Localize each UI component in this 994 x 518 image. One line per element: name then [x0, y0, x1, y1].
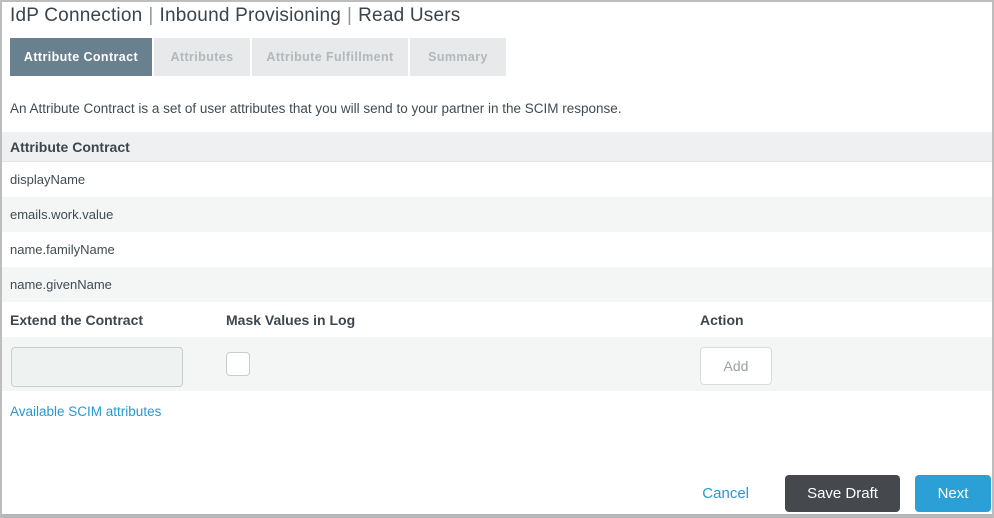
attribute-contract-header: Attribute Contract: [2, 132, 992, 162]
extend-contract-input[interactable]: [11, 347, 183, 387]
tab-summary[interactable]: Summary: [410, 38, 506, 76]
breadcrumb-separator: |: [347, 5, 353, 26]
tab-attributes[interactable]: Attributes: [154, 38, 250, 76]
breadcrumb-read-users: Read Users: [358, 5, 461, 26]
extend-contract-row: Add: [2, 337, 992, 391]
save-draft-button[interactable]: Save Draft: [785, 475, 900, 512]
column-header-mask-values-in-log: Mask Values in Log: [226, 311, 356, 328]
idp-connection-page: IdP Connection | Inbound Provisioning | Read…: [0, 0, 994, 518]
footer-actions: Cancel Save Draft Next: [702, 475, 991, 512]
column-header-action: Action: [700, 311, 744, 328]
extend-column-headers: Extend the Contract Mask Values in Log A…: [2, 302, 992, 337]
page-description: An Attribute Contract is a set of user a…: [10, 101, 622, 116]
tab-attribute-fulfillment[interactable]: Attribute Fulfillment: [252, 38, 408, 76]
breadcrumb-idp-connection: IdP Connection: [10, 5, 143, 26]
available-scim-attributes-link[interactable]: Available SCIM attributes: [10, 404, 161, 419]
tab-attribute-contract[interactable]: Attribute Contract: [10, 38, 152, 76]
tab-bar: Attribute Contract Attributes Attribute …: [10, 38, 992, 76]
contract-row-emails-work-value: emails.work.value: [2, 197, 992, 232]
contract-row-name-familyname: name.familyName: [2, 232, 992, 267]
breadcrumb: IdP Connection | Inbound Provisioning | Read…: [10, 5, 992, 27]
contract-row-name-givenname: name.givenName: [2, 267, 992, 302]
add-button[interactable]: Add: [700, 347, 772, 385]
contract-row-displayname: displayName: [2, 162, 992, 197]
breadcrumb-inbound-provisioning: Inbound Provisioning: [159, 5, 341, 26]
mask-values-checkbox[interactable]: [226, 352, 250, 376]
cancel-link[interactable]: Cancel: [702, 485, 749, 502]
column-header-extend-the-contract: Extend the Contract: [10, 311, 144, 328]
breadcrumb-separator: |: [148, 5, 154, 26]
next-button[interactable]: Next: [915, 475, 991, 512]
